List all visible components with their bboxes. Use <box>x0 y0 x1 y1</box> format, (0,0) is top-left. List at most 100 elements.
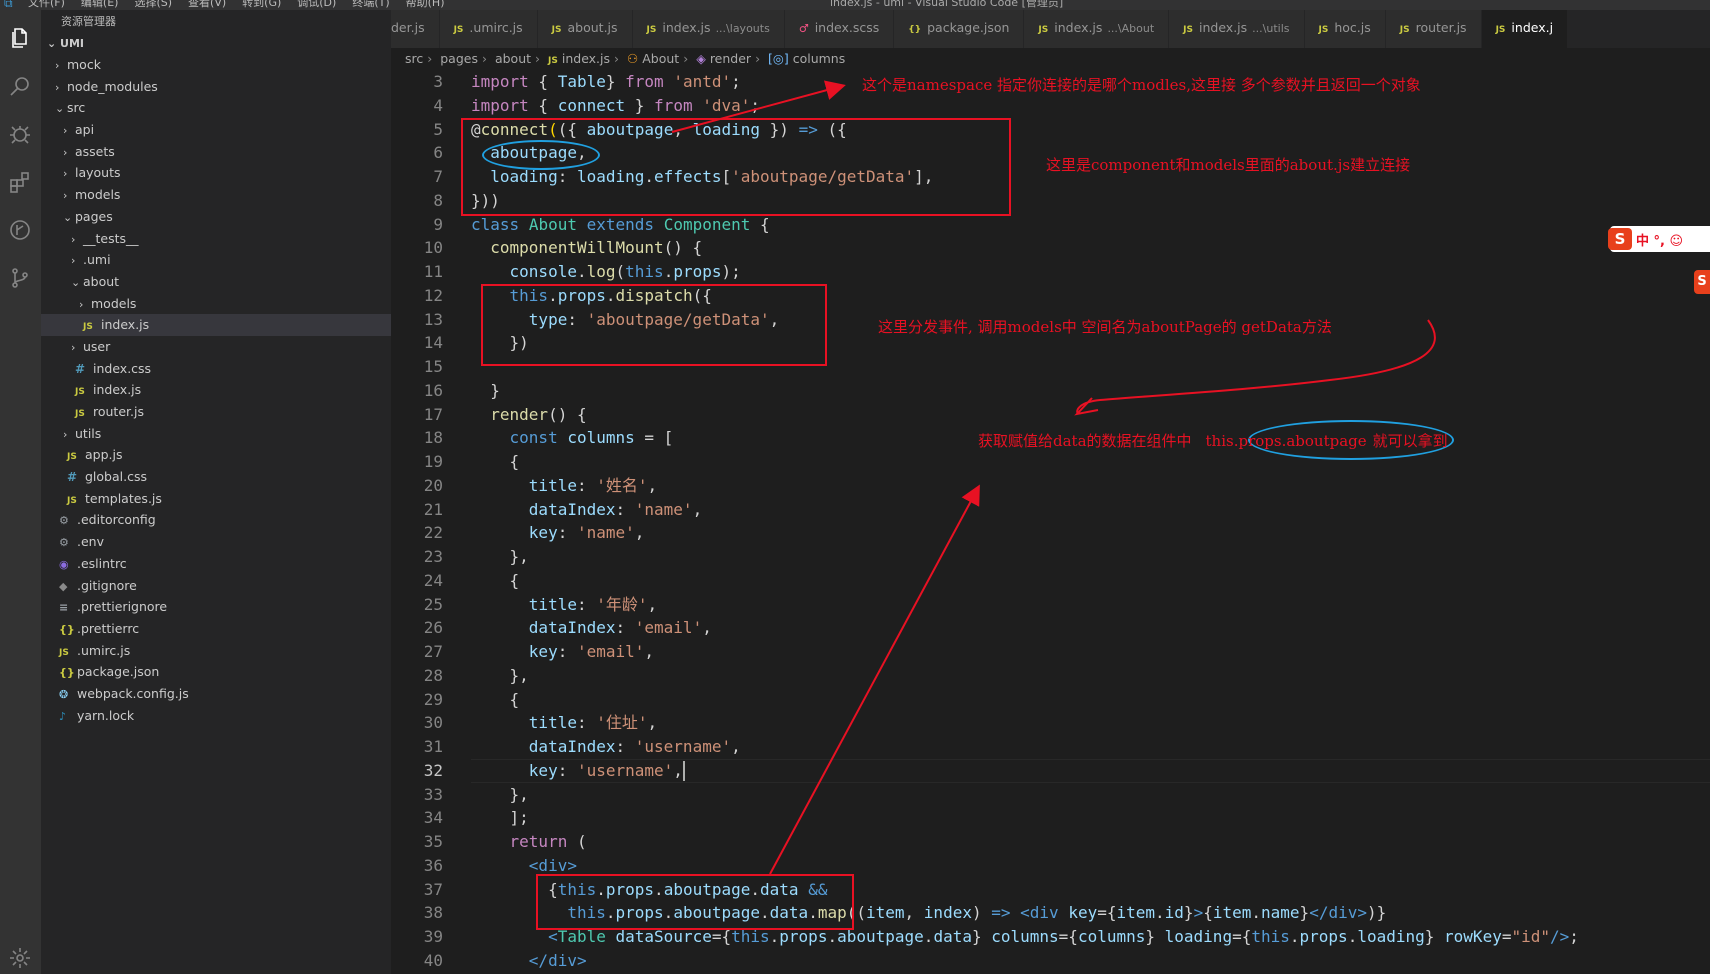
tree-folder[interactable]: › .umi <box>41 249 391 271</box>
breadcrumb-src[interactable]: src <box>405 51 423 66</box>
window-title: index.js - umi - Visual Studio Code [管理员… <box>830 0 1064 9</box>
tree-item-label: .gitignore <box>77 577 137 593</box>
chevron-right-icon: › <box>55 80 60 94</box>
cfg-file-icon: ⚙ <box>59 536 69 550</box>
tree-item-label: .editorconfig <box>77 512 156 528</box>
debug-icon[interactable] <box>6 120 34 148</box>
tree-file[interactable]: JS index.js <box>41 379 391 401</box>
tree-file[interactable]: JS templates.js <box>41 488 391 510</box>
tree-file[interactable]: ◉ .eslintrc <box>41 553 391 575</box>
vscode-logo-icon: ⧉ <box>4 0 13 10</box>
code-line: 20 title: '姓名', <box>423 475 658 495</box>
menu-help[interactable]: 帮助(H) <box>406 0 445 10</box>
tree-item-label: api <box>75 122 95 138</box>
tree-folder[interactable]: › assets <box>41 141 391 163</box>
chevron-right-icon: › <box>535 51 541 66</box>
breadcrumb: src › pages › about › JS index.js › ⚇ About › ◈… <box>391 48 1710 70</box>
tree-file[interactable]: ♪ yarn.lock <box>41 705 391 727</box>
tree-file[interactable]: {} .prettierrc <box>41 618 391 640</box>
tree-file[interactable]: JS index.js <box>41 314 391 336</box>
editor-tab[interactable]: JS hoc.js <box>1304 10 1386 48</box>
chevron-right-icon: › <box>71 254 76 268</box>
menu-terminal[interactable]: 终端(T) <box>352 0 389 10</box>
js-file-icon: JS <box>1495 25 1506 35</box>
editor-tab[interactable]: JS index.j <box>1481 10 1569 48</box>
settings-gear-icon[interactable] <box>6 944 34 972</box>
tree-file[interactable]: JS app.js <box>41 444 391 466</box>
tree-folder[interactable]: › utils <box>41 423 391 445</box>
editor-tab[interactable]: JS router.js <box>1385 10 1482 48</box>
tree-item-label: index.js <box>93 382 142 398</box>
menu-selection[interactable]: 选择(S) <box>134 0 172 10</box>
tree-folder[interactable]: › node_modules <box>41 76 391 98</box>
code-line: 9 class About extends Component { <box>433 214 770 234</box>
tree-file[interactable]: ≡ .prettierignore <box>41 596 391 618</box>
breadcrumb-file[interactable]: index.js <box>562 51 610 66</box>
tree-file[interactable]: ⚙ .env <box>41 531 391 553</box>
tree-file[interactable]: # index.css <box>41 358 391 380</box>
workspace-root-label: UMI <box>60 37 85 50</box>
editor-tab[interactable]: {} package.json <box>894 10 1025 48</box>
search-icon[interactable] <box>6 72 34 100</box>
ime-toolbar[interactable]: S 中 °, ☺ <box>1608 226 1710 252</box>
yarn-file-icon: ♪ <box>59 709 67 723</box>
dispatch-highlight-box <box>481 284 827 366</box>
tree-item-label: __tests__ <box>83 230 139 246</box>
tree-file[interactable]: ⚙ .editorconfig <box>41 509 391 531</box>
gitlens-icon[interactable] <box>6 216 34 244</box>
chevron-right-icon: › <box>427 51 433 66</box>
breadcrumb-class[interactable]: About <box>642 51 679 66</box>
editor-tab[interactable]: JS index.js ...\utils <box>1169 10 1305 48</box>
tree-file[interactable]: ❂ webpack.config.js <box>41 683 391 705</box>
editor-tab[interactable]: ♂ index.scss <box>784 10 895 48</box>
tree-folder[interactable]: › mock <box>41 54 391 76</box>
tree-file[interactable]: JS .umirc.js <box>41 640 391 662</box>
editor-tab[interactable]: JS index.js ...\About <box>1024 10 1170 48</box>
tree-item-label: models <box>75 187 121 203</box>
editor-tab[interactable]: JS .umirc.js <box>439 10 538 48</box>
tree-folder[interactable]: › models <box>41 184 391 206</box>
editor-tab[interactable]: JS index.js ...\layouts <box>632 10 785 48</box>
menu-view[interactable]: 查看(V) <box>188 0 226 10</box>
code-line: 22 key: 'name', <box>423 523 645 543</box>
tree-folder[interactable]: › layouts <box>41 162 391 184</box>
title-bar: ⧉ 文件(F) 编辑(E) 选择(S) 查看(V) 转到(G) 调试(D) 终端… <box>0 0 1710 10</box>
tree-item-label: user <box>83 338 111 354</box>
ime-status: 中 °, ☺ <box>1636 233 1684 249</box>
menu-debug[interactable]: 调试(D) <box>297 0 336 10</box>
menu-go[interactable]: 转到(G) <box>242 0 281 10</box>
sogou-mini-icon[interactable]: S <box>1694 270 1710 294</box>
editor-tabs: der.js JS .umirc.js JS about.js JS index.js...… <box>391 10 1710 48</box>
breadcrumb-variable[interactable]: columns <box>793 51 846 66</box>
source-control-icon[interactable] <box>6 264 34 292</box>
tree-folder[interactable]: ⌄ pages <box>41 206 391 228</box>
breadcrumb-pages[interactable]: pages <box>440 51 478 66</box>
tree-folder[interactable]: › user <box>41 336 391 358</box>
extensions-icon[interactable] <box>6 168 34 196</box>
tree-file[interactable]: JS router.js <box>41 401 391 423</box>
code-line: 28 }, <box>423 665 529 685</box>
menu-file[interactable]: 文件(F) <box>28 0 65 10</box>
breadcrumb-about[interactable]: about <box>495 51 531 66</box>
menu-edit[interactable]: 编辑(E) <box>81 0 119 10</box>
tree-folder[interactable]: ⌄ src <box>41 97 391 119</box>
tree-folder[interactable]: › __tests__ <box>41 228 391 250</box>
tree-folder[interactable]: › models <box>41 293 391 315</box>
js-file-icon: JS <box>1038 25 1049 35</box>
tree-folder[interactable]: ⌄ about <box>41 271 391 293</box>
eslint-file-icon: ◉ <box>59 557 69 571</box>
tree-file[interactable]: {} package.json <box>41 661 391 683</box>
explorer-icon[interactable] <box>6 24 34 52</box>
breadcrumb-method[interactable]: render <box>710 51 751 66</box>
chevron-right-icon: › <box>63 427 68 441</box>
workspace-root[interactable]: ⌄ UMI <box>41 34 391 54</box>
tree-item-label: .umi <box>83 252 111 268</box>
tree-file[interactable]: # global.css <box>41 466 391 488</box>
method-symbol-icon: ◈ <box>696 51 706 66</box>
tree-item-label: global.css <box>85 469 147 485</box>
tree-item-label: .umirc.js <box>77 642 131 658</box>
editor-tab[interactable]: der.js <box>391 10 440 48</box>
tree-file[interactable]: ◆ .gitignore <box>41 575 391 597</box>
tree-folder[interactable]: › api <box>41 119 391 141</box>
editor-tab[interactable]: JS about.js <box>537 10 633 48</box>
